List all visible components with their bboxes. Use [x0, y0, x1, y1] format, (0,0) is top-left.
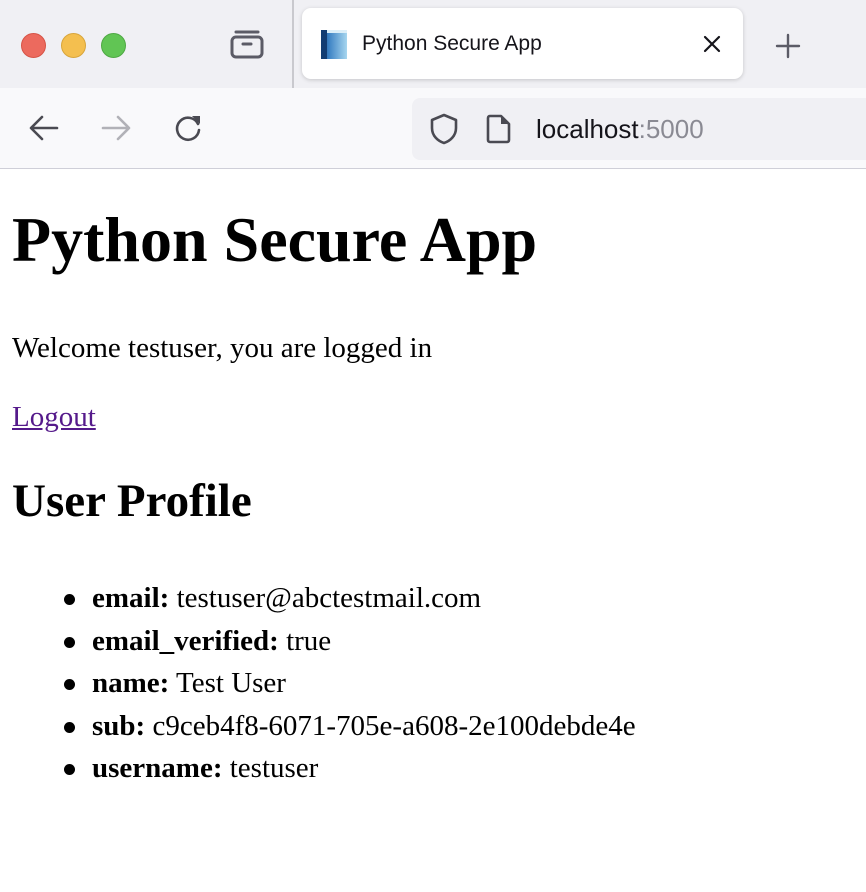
arrow-right-icon	[101, 115, 131, 141]
bullet-icon	[64, 636, 75, 648]
new-tab-button[interactable]	[770, 28, 806, 64]
profile-key: username:	[92, 752, 223, 784]
profile-key: sub:	[92, 709, 146, 742]
tab-title: Python Secure App	[362, 32, 542, 55]
profile-item-name: name: Test User	[64, 666, 636, 709]
profile-value: testuser	[222, 752, 319, 784]
forward-button[interactable]	[96, 108, 136, 148]
window-maximize-button[interactable]	[101, 33, 126, 58]
logout-link[interactable]: Logout	[12, 401, 96, 434]
close-icon	[703, 35, 721, 53]
tab-bar: Python Secure App	[0, 0, 866, 88]
profile-value: c9ceb4f8-6071-705e-a608-2e100debde4e	[145, 709, 636, 742]
navigation-toolbar: localhost:5000	[0, 88, 866, 169]
shield-icon[interactable]	[428, 113, 460, 145]
url-host: localhost	[536, 114, 639, 144]
arrow-left-icon	[29, 115, 59, 141]
reload-button[interactable]	[168, 108, 208, 148]
page-info-icon[interactable]	[482, 113, 514, 145]
book-icon	[320, 28, 348, 60]
profile-key: email_verified:	[92, 624, 279, 657]
page-content: Python Secure App Welcome testuser, you …	[0, 170, 866, 892]
bullet-icon	[64, 594, 75, 605]
profile-value: testuser@abctestmail.com	[169, 582, 482, 614]
reload-icon	[175, 116, 201, 142]
welcome-message: Welcome testuser, you are logged in	[12, 332, 433, 364]
page-title: Python Secure App	[12, 204, 538, 275]
user-profile-heading: User Profile	[12, 475, 252, 527]
bullet-icon	[64, 721, 75, 733]
profile-value: true	[278, 624, 332, 657]
bullet-icon	[64, 679, 75, 690]
tab-tray-icon	[230, 29, 264, 64]
tab-overview-button[interactable]	[228, 28, 266, 64]
profile-item-email-verified: email_verified: true	[64, 624, 636, 667]
bullet-icon	[64, 764, 75, 775]
profile-item-username: username: testuser	[64, 751, 636, 794]
tab-python-secure-app[interactable]: Python Secure App	[302, 8, 743, 79]
profile-item-sub: sub: c9ceb4f8-6071-705e-a608-2e100debde4…	[64, 709, 636, 752]
tab-close-button[interactable]	[698, 30, 726, 58]
tab-separator	[292, 0, 294, 88]
plus-icon	[775, 33, 801, 59]
user-profile-list: email: testuser@abctestmail.com email_ve…	[64, 581, 636, 794]
profile-key: name:	[92, 667, 170, 699]
back-button[interactable]	[24, 108, 64, 148]
url-port: :5000	[638, 114, 704, 144]
profile-key: email:	[92, 582, 170, 614]
url-text[interactable]: localhost:5000	[536, 114, 704, 145]
url-bar[interactable]: localhost:5000	[412, 98, 866, 160]
window-minimize-button[interactable]	[61, 33, 86, 58]
profile-value: Test User	[169, 667, 286, 699]
window-close-button[interactable]	[21, 33, 46, 58]
profile-item-email: email: testuser@abctestmail.com	[64, 581, 636, 624]
